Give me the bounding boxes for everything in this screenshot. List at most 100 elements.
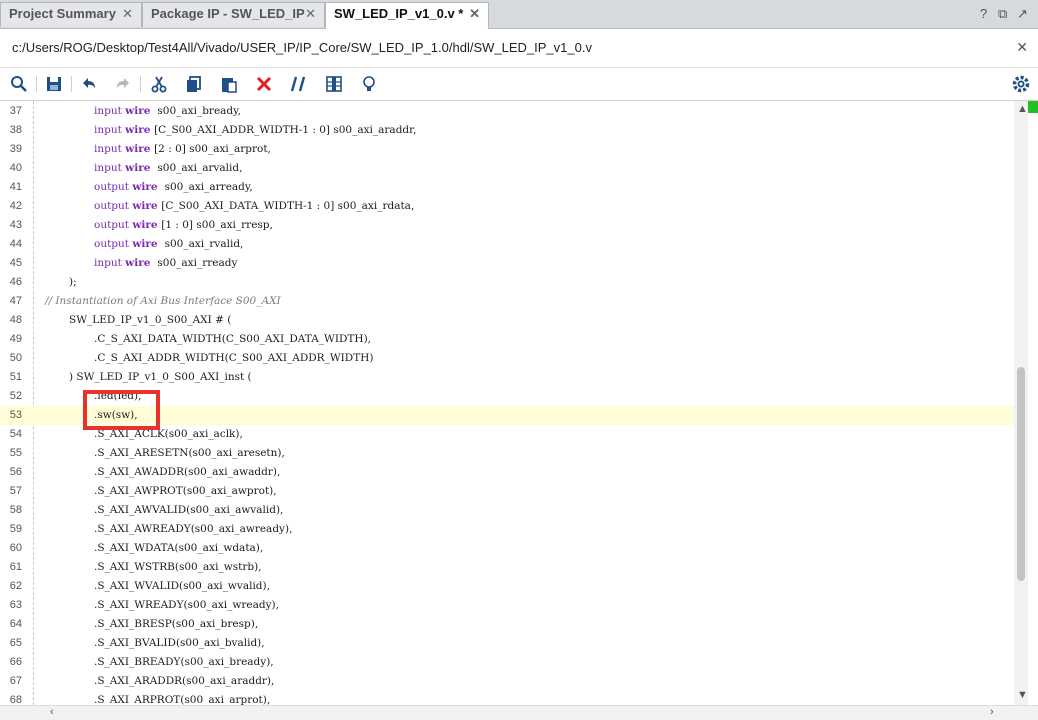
code-text: output wire s00_axi_arready, xyxy=(94,181,253,193)
tab-sw-led-ip-v1-0[interactable]: SW_LED_IP_v1_0.v * ✕ xyxy=(325,2,489,29)
code-line[interactable]: 38 input wire [C_S00_AXI_ADDR_WIDTH-1 : 0… xyxy=(0,121,1014,140)
close-icon[interactable]: ✕ xyxy=(469,3,480,25)
code-line[interactable]: 56 .S_AXI_AWADDR(s00_axi_awaddr), xyxy=(0,463,1014,482)
code-text: output wire [C_S00_AXI_DATA_WIDTH-1 : 0]… xyxy=(94,200,415,212)
code-line[interactable]: 42 output wire [C_S00_AXI_DATA_WIDTH-1 : … xyxy=(0,197,1014,216)
code-line[interactable]: 58 .S_AXI_AWVALID(s00_axi_awvalid), xyxy=(0,501,1014,520)
code-text: input wire s00_axi_arvalid, xyxy=(94,162,243,174)
code-text: output wire [1 : 0] s00_axi_rresp, xyxy=(94,219,273,231)
editor-tab-bar: Project Summary ✕ Package IP - SW_LED_IP… xyxy=(0,0,1038,29)
code-text: .S_AXI_AWVALID(s00_axi_awvalid), xyxy=(94,504,284,516)
code-line[interactable]: 50 .C_S_AXI_ADDR_WIDTH(C_S00_AXI_ADDR_WID… xyxy=(0,349,1014,368)
restore-icon[interactable]: ⧉ xyxy=(998,6,1007,22)
code-text: .S_AXI_ARADDR(s00_axi_araddr), xyxy=(94,675,275,687)
code-line[interactable]: 60 .S_AXI_WDATA(s00_axi_wdata), xyxy=(0,539,1014,558)
close-icon[interactable]: ✕ xyxy=(1016,39,1028,56)
code-line[interactable]: 39 input wire [2 : 0] s00_axi_arprot, xyxy=(0,140,1014,159)
code-line[interactable]: 40 input wire s00_axi_arvalid, xyxy=(0,159,1014,178)
code-line[interactable]: 44 output wire s00_axi_rvalid, xyxy=(0,235,1014,254)
editor-toolbar xyxy=(0,68,1038,101)
code-text: // Instantiation of Axi Bus Interface S0… xyxy=(45,295,281,307)
line-number: 53 xyxy=(9,409,22,421)
code-text: input wire [2 : 0] s00_axi_arprot, xyxy=(94,143,271,155)
chevron-left-icon[interactable]: ‹ xyxy=(50,706,54,718)
code-text: .S_AXI_AWPROT(s00_axi_awprot), xyxy=(94,485,277,497)
code-line[interactable]: 46); xyxy=(0,273,1014,292)
chevron-down-icon[interactable]: ▼ xyxy=(1017,689,1028,701)
save-icon[interactable] xyxy=(44,74,64,94)
code-text: input wire s00_axi_bready, xyxy=(94,105,242,117)
code-line[interactable]: 47 // Instantiation of Axi Bus Interface … xyxy=(0,292,1014,311)
code-line[interactable]: 68 .S_AXI_ARPROT(s00_axi_arprot), xyxy=(0,691,1014,705)
code-line[interactable]: 63 .S_AXI_WREADY(s00_axi_wready), xyxy=(0,596,1014,615)
code-line[interactable]: 57 .S_AXI_AWPROT(s00_axi_awprot), xyxy=(0,482,1014,501)
code-text: .S_AXI_BRESP(s00_axi_bresp), xyxy=(94,618,259,630)
close-icon[interactable]: ✕ xyxy=(305,3,316,25)
code-line[interactable]: 67 .S_AXI_ARADDR(s00_axi_araddr), xyxy=(0,672,1014,691)
code-text: .S_AXI_WSTRB(s00_axi_wstrb), xyxy=(94,561,262,573)
settings-icon[interactable] xyxy=(1011,74,1031,94)
tab-package-ip[interactable]: Package IP - SW_LED_IP ✕ xyxy=(142,2,325,27)
paste-icon[interactable] xyxy=(219,74,239,94)
line-number: 64 xyxy=(9,618,22,630)
line-number: 37 xyxy=(9,105,22,117)
code-line[interactable]: 65 .S_AXI_BVALID(s00_axi_bvalid), xyxy=(0,634,1014,653)
code-text: .S_AXI_WVALID(s00_axi_wvalid), xyxy=(94,580,270,592)
tab-label: SW_LED_IP_v1_0.v * xyxy=(334,6,464,21)
code-text: .S_AXI_AWADDR(s00_axi_awaddr), xyxy=(94,466,281,478)
code-text: ); xyxy=(69,276,77,288)
code-text: .S_AXI_BVALID(s00_axi_bvalid), xyxy=(94,637,265,649)
code-text: SW_LED_IP_v1_0_S00_AXI # ( xyxy=(69,314,232,326)
search-icon[interactable] xyxy=(9,74,29,94)
code-text: .S_AXI_AWREADY(s00_axi_awready), xyxy=(94,523,293,535)
close-icon[interactable]: ✕ xyxy=(122,3,133,25)
code-line[interactable]: 49 .C_S_AXI_DATA_WIDTH(C_S00_AXI_DATA_WID… xyxy=(0,330,1014,349)
line-number: 38 xyxy=(9,124,22,136)
chevron-up-icon[interactable]: ▲ xyxy=(1017,103,1028,115)
line-number: 58 xyxy=(9,504,22,516)
file-path-bar: c:/Users/ROG/Desktop/Test4All/Vivado/USE… xyxy=(0,29,1038,68)
comment-icon[interactable] xyxy=(289,74,309,94)
code-line[interactable]: 64 .S_AXI_BRESP(s00_axi_bresp), xyxy=(0,615,1014,634)
tab-label: Package IP - SW_LED_IP xyxy=(151,6,305,21)
column-select-icon[interactable] xyxy=(324,74,344,94)
code-line[interactable]: 66 .S_AXI_BREADY(s00_axi_bready), xyxy=(0,653,1014,672)
tab-project-summary[interactable]: Project Summary ✕ xyxy=(0,2,142,27)
code-text: .S_AXI_WREADY(s00_axi_wready), xyxy=(94,599,279,611)
chevron-right-icon[interactable]: › xyxy=(990,706,994,718)
code-line[interactable]: 51) SW_LED_IP_v1_0_S00_AXI_inst ( xyxy=(0,368,1014,387)
copy-icon[interactable] xyxy=(184,74,204,94)
code-line[interactable]: 41 output wire s00_axi_arready, xyxy=(0,178,1014,197)
code-line[interactable]: 43 output wire [1 : 0] s00_axi_rresp, xyxy=(0,216,1014,235)
maximize-icon[interactable]: ↗ xyxy=(1017,6,1028,22)
line-number: 56 xyxy=(9,466,22,478)
line-number: 48 xyxy=(9,314,22,326)
code-line[interactable]: 59 .S_AXI_AWREADY(s00_axi_awready), xyxy=(0,520,1014,539)
delete-icon[interactable] xyxy=(254,74,274,94)
line-number: 45 xyxy=(9,257,22,269)
code-line[interactable]: 61 .S_AXI_WSTRB(s00_axi_wstrb), xyxy=(0,558,1014,577)
line-number: 39 xyxy=(9,143,22,155)
undo-icon[interactable] xyxy=(79,74,99,94)
code-line[interactable]: 62 .S_AXI_WVALID(s00_axi_wvalid), xyxy=(0,577,1014,596)
line-number: 60 xyxy=(9,542,22,554)
code-line[interactable]: 37 input wire s00_axi_bready, xyxy=(0,102,1014,121)
vertical-scrollbar[interactable]: ▲ ▼ xyxy=(1014,101,1028,705)
line-number: 44 xyxy=(9,238,22,250)
code-text: .S_AXI_BREADY(s00_axi_bready), xyxy=(94,656,274,668)
code-line[interactable]: 48 SW_LED_IP_v1_0_S00_AXI # ( xyxy=(0,311,1014,330)
help-icon[interactable]: ? xyxy=(980,6,987,21)
line-number: 66 xyxy=(9,656,22,668)
tab-label: Project Summary xyxy=(9,6,116,21)
scrollbar-thumb[interactable] xyxy=(1017,367,1025,581)
code-text: .C_S_AXI_ADDR_WIDTH(C_S00_AXI_ADDR_WIDTH… xyxy=(94,352,374,364)
lightbulb-icon[interactable] xyxy=(359,74,379,94)
code-line[interactable]: 55 .S_AXI_ARESETN(s00_axi_aresetn), xyxy=(0,444,1014,463)
line-number: 68 xyxy=(9,694,22,705)
horizontal-scrollbar[interactable]: ‹ › xyxy=(0,705,1038,720)
cut-icon[interactable] xyxy=(149,74,169,94)
code-line[interactable]: 45 input wire s00_axi_rready xyxy=(0,254,1014,273)
file-path: c:/Users/ROG/Desktop/Test4All/Vivado/USE… xyxy=(12,40,592,55)
redo-icon[interactable] xyxy=(113,74,133,94)
line-number: 50 xyxy=(9,352,22,364)
